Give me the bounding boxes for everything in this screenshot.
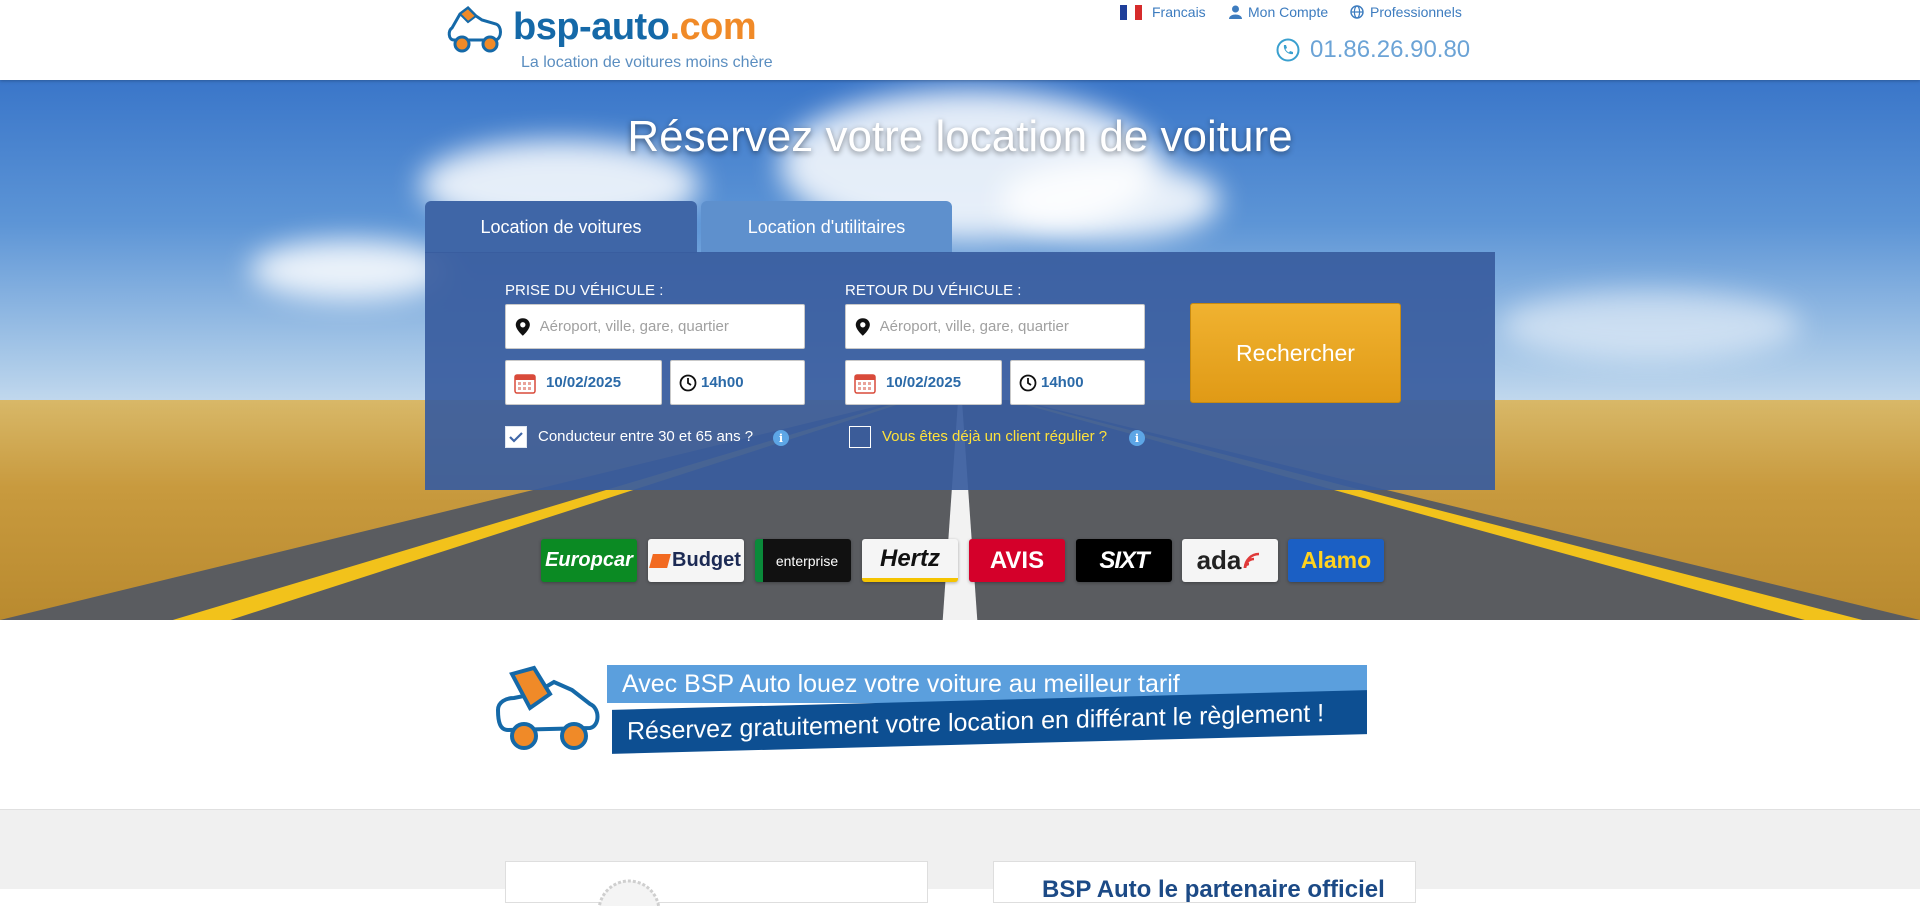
brand-sixt[interactable]: SIXT [1076, 539, 1172, 582]
regular-client-checkbox[interactable] [849, 426, 871, 448]
phone-number[interactable]: 01.86.26.90.80 [1276, 36, 1470, 64]
return-date-value: 10/02/2025 [886, 374, 962, 391]
car-tag-icon [495, 665, 600, 750]
cloud [250, 240, 450, 300]
pickup-date-value: 10/02/2025 [546, 374, 622, 391]
language-selector[interactable]: Francais [1120, 4, 1206, 20]
phone-icon [1276, 38, 1300, 62]
language-label: Francais [1152, 4, 1206, 20]
account-label: Mon Compte [1248, 4, 1329, 20]
clock-icon [1019, 374, 1037, 391]
ada-signal-icon [1244, 552, 1260, 568]
french-flag-icon [1120, 4, 1142, 20]
return-location-input[interactable] [877, 317, 1144, 336]
account-link[interactable]: Mon Compte [1229, 4, 1328, 20]
brand-label: AVIS [989, 546, 1045, 574]
brand-avis[interactable]: AVIS [969, 539, 1065, 582]
content-section [0, 809, 1920, 889]
logo-car-icon[interactable] [446, 6, 504, 56]
pickup-label: PRISE DU VÉHICULE : [505, 282, 664, 299]
site-header: bsp-auto.com La location de voitures moi… [0, 0, 1920, 80]
return-date-field[interactable]: 10/02/2025 [845, 360, 1002, 405]
driver-age-checkbox[interactable] [505, 426, 527, 448]
brand-ada[interactable]: ada [1182, 539, 1278, 582]
brand-budget[interactable]: Budget [648, 539, 744, 582]
brand-europcar[interactable]: Europcar [541, 539, 637, 582]
logo-tagline: La location de voitures moins chère [521, 54, 773, 71]
return-label: RETOUR DU VÉHICULE : [845, 282, 1022, 299]
calendar-icon [514, 373, 536, 394]
map-pin-icon [855, 317, 870, 336]
cloud [1000, 160, 1220, 240]
brand-label: SIXT [1099, 546, 1149, 574]
cloud [1500, 290, 1800, 360]
user-icon [1229, 5, 1242, 19]
phone-text: 01.86.26.90.80 [1310, 36, 1471, 63]
hero-title: Réservez votre location de voiture [627, 112, 1293, 161]
return-time-value: 14h00 [1041, 374, 1084, 391]
pro-label: Professionnels [1370, 4, 1462, 20]
info-icon[interactable]: i [1129, 430, 1145, 446]
pro-link[interactable]: Professionnels [1350, 4, 1462, 20]
brand-hertz[interactable]: Hertz [862, 539, 958, 582]
pickup-location-field[interactable] [505, 304, 805, 349]
award-card [505, 861, 928, 906]
brand-enterprise[interactable]: enterprise [755, 539, 851, 582]
search-button[interactable]: Rechercher [1190, 303, 1401, 403]
return-location-field[interactable] [845, 304, 1145, 349]
clock-icon [679, 374, 697, 391]
map-pin-icon [515, 317, 530, 336]
driver-age-label[interactable]: Conducteur entre 30 et 65 ans ? [538, 428, 753, 445]
pickup-date-field[interactable]: 10/02/2025 [505, 360, 662, 405]
brand-label: Europcar [545, 549, 633, 571]
brand-label: Budget [672, 549, 741, 571]
logo-wordmark[interactable]: bsp-auto.com [513, 6, 757, 49]
award-seal-icon [597, 879, 661, 906]
brand-label: Alamo [1300, 547, 1372, 573]
regular-client-label[interactable]: Vous êtes déjà un client régulier ? [882, 428, 1107, 445]
pickup-time-value: 14h00 [701, 374, 744, 391]
hero-banner: Réservez votre location de voiture Locat… [0, 80, 1920, 620]
globe-icon [1350, 5, 1364, 19]
calendar-icon [854, 373, 876, 394]
partner-title: BSP Auto le partenaire officiel [1042, 876, 1385, 903]
brand-alamo[interactable]: Alamo [1288, 539, 1384, 582]
tab-location-voitures[interactable]: Location de voitures [425, 201, 697, 253]
tab-location-utilitaires[interactable]: Location d'utilitaires [701, 201, 952, 253]
check-icon [509, 432, 523, 443]
info-icon[interactable]: i [773, 430, 789, 446]
brand-label: ada [1196, 545, 1242, 575]
brand-label: enterprise [775, 552, 839, 569]
return-time-field[interactable]: 14h00 [1010, 360, 1145, 405]
brand-label: Hertz [879, 544, 940, 572]
budget-mark-icon [649, 553, 671, 568]
pickup-location-input[interactable] [537, 317, 804, 336]
pickup-time-field[interactable]: 14h00 [670, 360, 805, 405]
